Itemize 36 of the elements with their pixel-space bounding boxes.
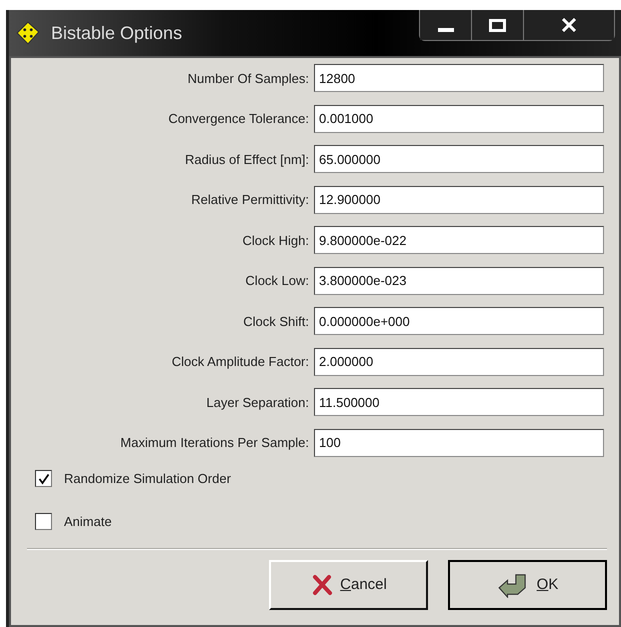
field-label: Clock High: — [242, 232, 309, 248]
field-label: Relative Permittivity: — [190, 192, 309, 207]
input-field[interactable]: 12800 — [314, 64, 604, 92]
field-label: Clock Low: — [244, 273, 309, 288]
input-field[interactable]: 12.900000 — [314, 186, 604, 214]
maximize-button[interactable] — [472, 10, 524, 40]
field-label: Convergence Tolerance: — [167, 111, 309, 126]
close-button[interactable] — [524, 10, 614, 40]
checkbox[interactable] — [35, 513, 52, 530]
field-label: Maximum Iterations Per Sample: — [119, 435, 309, 450]
checkbox-label: Animate — [64, 514, 112, 529]
ok-button[interactable]: OK — [448, 560, 607, 610]
checkbox[interactable] — [35, 470, 52, 487]
input-field[interactable]: 2.000000 — [314, 348, 604, 376]
checkbox-label: Randomize Simulation Order — [64, 471, 231, 486]
input-field[interactable]: 9.800000e-022 — [314, 226, 604, 254]
app-icon — [15, 20, 41, 46]
input-field[interactable]: 3.800000e-023 — [314, 266, 604, 294]
close-icon — [562, 18, 576, 32]
field-label: Radius of Effect [nm]: — [184, 152, 309, 166]
input-field[interactable]: 0.001000 — [314, 104, 604, 132]
input-field[interactable]: 65.000000 — [314, 145, 604, 173]
minimize-icon — [438, 28, 454, 32]
maximize-icon — [489, 18, 506, 32]
field-label: Clock Amplitude Factor: — [170, 354, 309, 369]
minimize-button[interactable] — [420, 10, 472, 40]
field-label: Layer Separation: — [205, 394, 309, 410]
input-field[interactable]: 100 — [314, 428, 604, 456]
field-label: Clock Shift: — [242, 314, 309, 328]
field-label: Number Of Samples: — [186, 70, 309, 86]
input-field[interactable]: 11.500000 — [314, 388, 604, 416]
input-field[interactable]: 0.000000e+000 — [314, 307, 604, 335]
cancel-button[interactable]: Cancel — [269, 560, 428, 610]
window-title: Bistable Options — [51, 22, 182, 44]
cross-icon — [310, 572, 334, 596]
check-icon — [38, 472, 50, 484]
